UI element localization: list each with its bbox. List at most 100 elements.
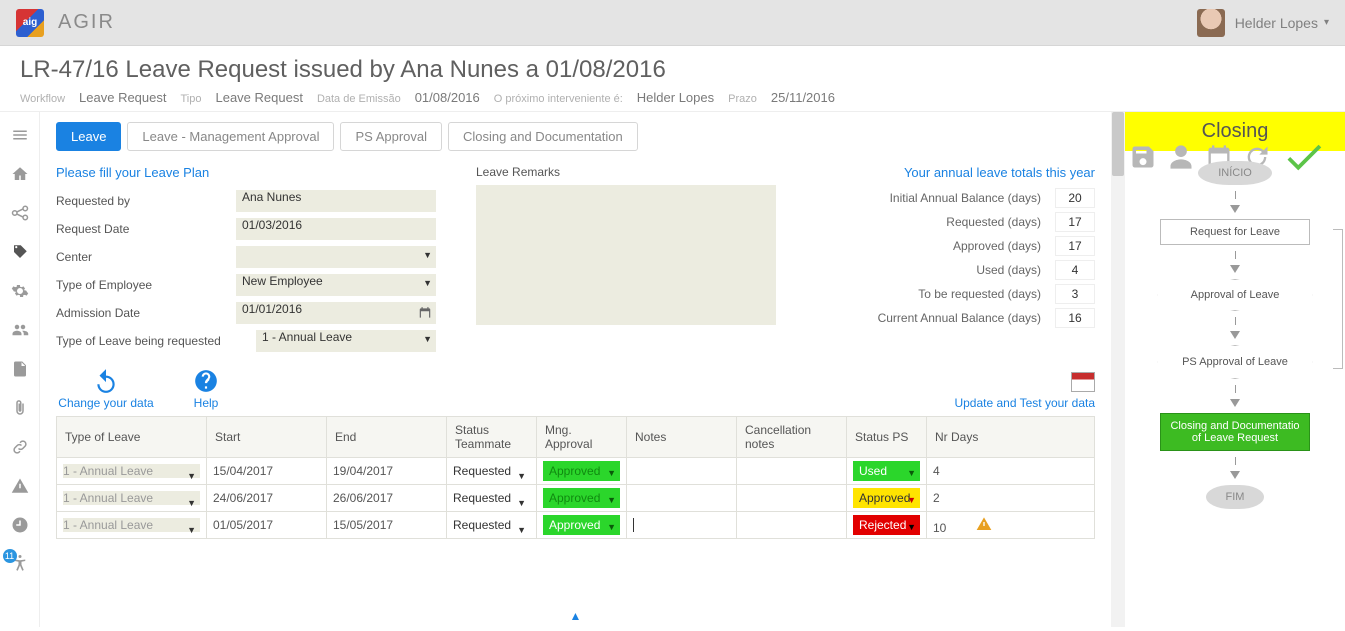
cell-start[interactable]: 15/04/2017 xyxy=(207,458,327,485)
cell-end[interactable]: 19/04/2017 xyxy=(327,458,447,485)
wf-node-closing[interactable]: Closing and Documentatio of Leave Reques… xyxy=(1160,413,1310,451)
username[interactable]: Helder Lopes xyxy=(1235,15,1318,31)
gear-icon[interactable] xyxy=(11,282,29,303)
wf-node-ps-approval[interactable]: PS Approval of Leave xyxy=(1157,345,1313,379)
type-employee-select[interactable]: New Employee▼ xyxy=(236,274,436,296)
cell-end[interactable]: 26/06/2017 xyxy=(327,485,447,512)
cell-days: 4 xyxy=(927,458,1095,485)
cell-start[interactable]: 01/05/2017 xyxy=(207,512,327,539)
col-mng-approval[interactable]: Mng. Approval xyxy=(537,417,627,458)
vertical-scrollbar[interactable] xyxy=(1111,112,1125,627)
cell-type-select[interactable]: 1 - Annual Leave▼ xyxy=(63,518,200,532)
admission-date-calendar-icon[interactable] xyxy=(414,302,436,324)
page-title: LR-47/16 Leave Request issued by Ana Nun… xyxy=(20,56,1325,84)
menu-icon[interactable] xyxy=(11,126,29,147)
leave-table: Type of Leave Start End Status Teammate … xyxy=(56,416,1095,539)
col-notes[interactable]: Notes xyxy=(627,417,737,458)
table-row[interactable]: 1 - Annual Leave▼ 15/04/2017 19/04/2017 … xyxy=(57,458,1095,485)
title-area: LR-47/16 Leave Request issued by Ana Nun… xyxy=(0,46,1345,112)
used-days-label: Used (days) xyxy=(976,263,1041,277)
change-data-button[interactable]: Change your data xyxy=(56,368,156,410)
tab-leave[interactable]: Leave xyxy=(56,122,121,151)
cell-type-select[interactable]: 1 - Annual Leave▼ xyxy=(63,491,200,505)
clock-icon[interactable] xyxy=(11,516,29,537)
link-icon[interactable] xyxy=(11,438,29,459)
update-test-button[interactable]: Update and Test your data xyxy=(954,372,1095,410)
request-date-field[interactable]: 01/03/2016 xyxy=(236,218,436,240)
workflow-value: Leave Request xyxy=(79,90,166,105)
cell-cancel-notes[interactable] xyxy=(737,458,847,485)
col-end[interactable]: End xyxy=(327,417,447,458)
wf-loop-edge xyxy=(1333,229,1343,369)
requested-days-value: 17 xyxy=(1055,212,1095,232)
avatar[interactable] xyxy=(1197,9,1225,37)
expand-chevron-icon[interactable]: ▲ xyxy=(570,609,582,623)
approved-days-value: 17 xyxy=(1055,236,1095,256)
scrollbar-thumb[interactable] xyxy=(1112,112,1124,176)
user-menu-chevron-icon[interactable]: ▾ xyxy=(1324,17,1329,28)
emissao-label: Data de Emissão xyxy=(317,93,401,105)
wf-node-request[interactable]: Request for Leave xyxy=(1160,219,1310,245)
cell-start[interactable]: 24/06/2017 xyxy=(207,485,327,512)
type-leave-select[interactable]: 1 - Annual Leave▼ xyxy=(256,330,436,352)
cell-mng-select[interactable]: Approved▼ xyxy=(543,488,620,508)
cell-days: 2 xyxy=(927,485,1095,512)
cell-ps-select[interactable]: Used▼ xyxy=(853,461,920,481)
col-nr-days[interactable]: Nr Days xyxy=(927,417,1095,458)
table-row[interactable]: 1 - Annual Leave▼ 24/06/2017 26/06/2017 … xyxy=(57,485,1095,512)
accessibility-icon[interactable]: 11 xyxy=(11,555,29,576)
requested-by-field[interactable]: Ana Nunes xyxy=(236,190,436,212)
home-icon[interactable] xyxy=(11,165,29,186)
cell-end[interactable]: 15/05/2017 xyxy=(327,512,447,539)
cell-cancel-notes[interactable] xyxy=(737,485,847,512)
col-status-teammate[interactable]: Status Teammate xyxy=(447,417,537,458)
left-nav: 11 xyxy=(0,112,40,627)
request-date-label: Request Date xyxy=(56,222,236,236)
requested-by-label: Requested by xyxy=(56,194,236,208)
wf-node-approval[interactable]: Approval of Leave xyxy=(1157,279,1313,311)
center-label: Center xyxy=(56,250,236,264)
cell-notes[interactable] xyxy=(627,458,737,485)
group-icon[interactable] xyxy=(11,321,29,342)
note-icon[interactable] xyxy=(11,360,29,381)
center-select[interactable]: ▼ xyxy=(236,246,436,268)
approved-days-label: Approved (days) xyxy=(953,239,1041,253)
table-row[interactable]: 1 - Annual Leave▼ 01/05/2017 15/05/2017 … xyxy=(57,512,1095,539)
remarks-textarea[interactable] xyxy=(476,185,776,325)
col-type[interactable]: Type of Leave xyxy=(57,417,207,458)
cell-ps-select[interactable]: Approved▼ xyxy=(853,488,920,508)
col-cancel-notes[interactable]: Cancellation notes xyxy=(737,417,847,458)
tab-closing[interactable]: Closing and Documentation xyxy=(448,122,638,151)
cell-teammate-select[interactable]: Requested▼ xyxy=(453,518,530,532)
col-start[interactable]: Start xyxy=(207,417,327,458)
cell-mng-select[interactable]: Approved▼ xyxy=(543,461,620,481)
cell-notes[interactable] xyxy=(627,485,737,512)
current-balance-value: 16 xyxy=(1055,308,1095,328)
admission-date-field[interactable]: 01/01/2016 xyxy=(236,302,414,324)
app-logo: aig xyxy=(16,9,44,37)
cell-notes[interactable] xyxy=(627,512,737,539)
tag-icon[interactable] xyxy=(11,243,29,264)
cell-teammate-select[interactable]: Requested▼ xyxy=(453,464,530,478)
help-button[interactable]: Help xyxy=(156,368,256,410)
initial-balance-label: Initial Annual Balance (days) xyxy=(890,191,1041,205)
cell-teammate-select[interactable]: Requested▼ xyxy=(453,491,530,505)
totals-title: Your annual leave totals this year xyxy=(836,165,1095,180)
update-calendar-icon xyxy=(1071,372,1095,392)
cell-cancel-notes[interactable] xyxy=(737,512,847,539)
col-status-ps[interactable]: Status PS xyxy=(847,417,927,458)
remarks-label: Leave Remarks xyxy=(476,165,796,179)
cell-ps-select[interactable]: Rejected▼ xyxy=(853,515,920,535)
top-bar: aig AGIR Helder Lopes ▾ xyxy=(0,0,1345,46)
tab-mgmt-approval[interactable]: Leave - Management Approval xyxy=(127,122,334,151)
cell-mng-select[interactable]: Approved▼ xyxy=(543,515,620,535)
emissao-value: 01/08/2016 xyxy=(415,90,480,105)
prazo-value: 25/11/2016 xyxy=(771,90,835,105)
admission-date-label: Admission Date xyxy=(56,306,236,320)
tab-ps-approval[interactable]: PS Approval xyxy=(340,122,442,151)
page-meta: Workflow Leave Request Tipo Leave Reques… xyxy=(20,90,1325,105)
alert-icon[interactable] xyxy=(11,477,29,498)
share-icon[interactable] xyxy=(11,204,29,225)
cell-type-select[interactable]: 1 - Annual Leave▼ xyxy=(63,464,200,478)
clip-icon[interactable] xyxy=(11,399,29,420)
